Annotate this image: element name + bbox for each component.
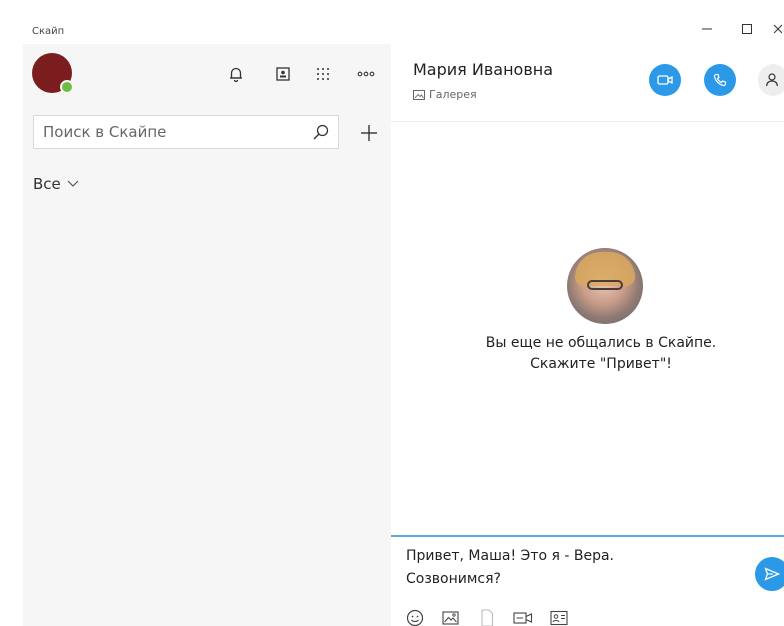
send-image-button[interactable] <box>441 609 461 626</box>
empty-message-line-1: Вы еще не общались в Скайпе. <box>485 335 717 351</box>
chat-header: Мария Ивановна Галерея <box>391 44 784 122</box>
bell-icon <box>230 67 242 83</box>
notifications-button[interactable] <box>226 64 246 84</box>
close-button[interactable] <box>770 16 784 42</box>
plus-icon <box>361 125 377 141</box>
emoji-button[interactable] <box>405 609 425 626</box>
video-message-icon <box>513 612 533 624</box>
image-icon <box>442 611 459 625</box>
search-icon[interactable] <box>304 115 338 149</box>
video-call-button[interactable] <box>649 64 681 96</box>
maximize-icon <box>742 24 752 34</box>
new-chat-button[interactable] <box>356 120 382 146</box>
sidebar: Все <box>23 44 391 626</box>
close-icon <box>773 24 782 34</box>
send-icon <box>764 567 780 581</box>
contact-avatar[interactable] <box>567 248 643 324</box>
video-camera-icon <box>657 75 673 85</box>
message-input[interactable]: Привет, Маша! Это я - Вера. Созвонимся? <box>406 545 726 591</box>
filter-label: Все <box>33 175 61 193</box>
gallery-label: Галерея <box>429 88 477 101</box>
send-button[interactable] <box>755 557 784 591</box>
conversation-area: Вы еще не общались в Скайпе. Скажите "Пр… <box>391 123 784 535</box>
title-bar: Скайп <box>0 0 784 44</box>
video-message-button[interactable] <box>513 609 533 626</box>
chevron-down-icon <box>67 180 79 187</box>
search-box <box>33 115 339 149</box>
minimize-icon <box>702 28 712 30</box>
emoji-icon <box>406 609 424 626</box>
add-people-button[interactable] <box>758 64 784 96</box>
dialpad-icon <box>317 68 329 80</box>
app-title: Скайп <box>32 26 65 37</box>
dialpad-button[interactable] <box>313 64 333 84</box>
gallery-link[interactable]: Галерея <box>413 88 477 101</box>
avatar[interactable] <box>32 53 74 94</box>
composer-toolbar <box>405 609 569 626</box>
message-composer: Привет, Маша! Это я - Вера. Созвонимся? <box>391 535 784 626</box>
send-file-button[interactable] <box>477 609 497 626</box>
minimize-button[interactable] <box>692 16 722 42</box>
presence-indicator <box>60 80 74 94</box>
audio-call-button[interactable] <box>704 64 736 96</box>
search-input[interactable] <box>34 116 304 148</box>
skype-window: Скайп Поиск в Скайпе Все Мария Ивановна … <box>0 0 784 626</box>
more-button[interactable] <box>356 64 376 84</box>
add-person-icon <box>765 73 779 87</box>
maximize-button[interactable] <box>732 16 762 42</box>
contacts-icon <box>276 67 290 81</box>
empty-message-line-2: Скажите "Привет"! <box>530 356 672 372</box>
more-icon <box>357 71 375 77</box>
file-icon <box>481 609 494 626</box>
send-contact-button[interactable] <box>549 609 569 626</box>
phone-icon <box>713 73 727 87</box>
contact-card-icon <box>550 610 568 626</box>
empty-conversation-message: Вы еще не общались в Скайпе. Скажите "Пр… <box>421 333 781 375</box>
gallery-icon <box>413 89 425 100</box>
contact-name[interactable]: Мария Ивановна <box>413 60 553 79</box>
chat-filter-dropdown[interactable]: Все <box>33 175 79 193</box>
contacts-button[interactable] <box>273 64 293 84</box>
